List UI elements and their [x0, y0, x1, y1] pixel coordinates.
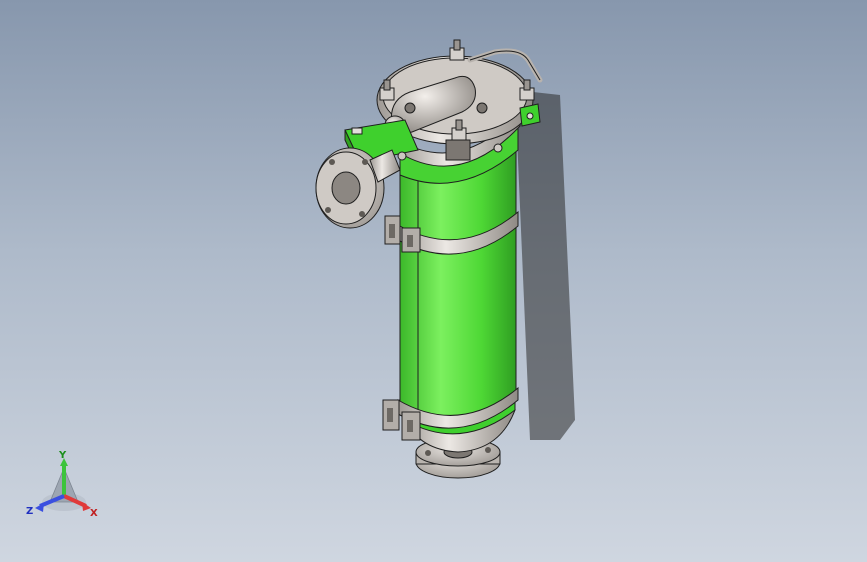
- collar-lug: [493, 143, 503, 153]
- filter-housing-model[interactable]: [0, 0, 867, 562]
- graphics-viewport[interactable]: Y X Z: [0, 0, 867, 562]
- lid-hole-left: [404, 102, 416, 114]
- lid-bolt-top[interactable]: [449, 39, 465, 61]
- housing-cylinder[interactable]: [399, 149, 517, 428]
- triad-z-label: Z: [26, 506, 33, 517]
- lid-hole-right: [476, 102, 488, 114]
- triad-y-label: Y: [58, 450, 67, 461]
- triad-x-label: X: [90, 508, 98, 519]
- orientation-triad: Y X Z: [26, 450, 98, 519]
- model-shadow: [515, 90, 575, 440]
